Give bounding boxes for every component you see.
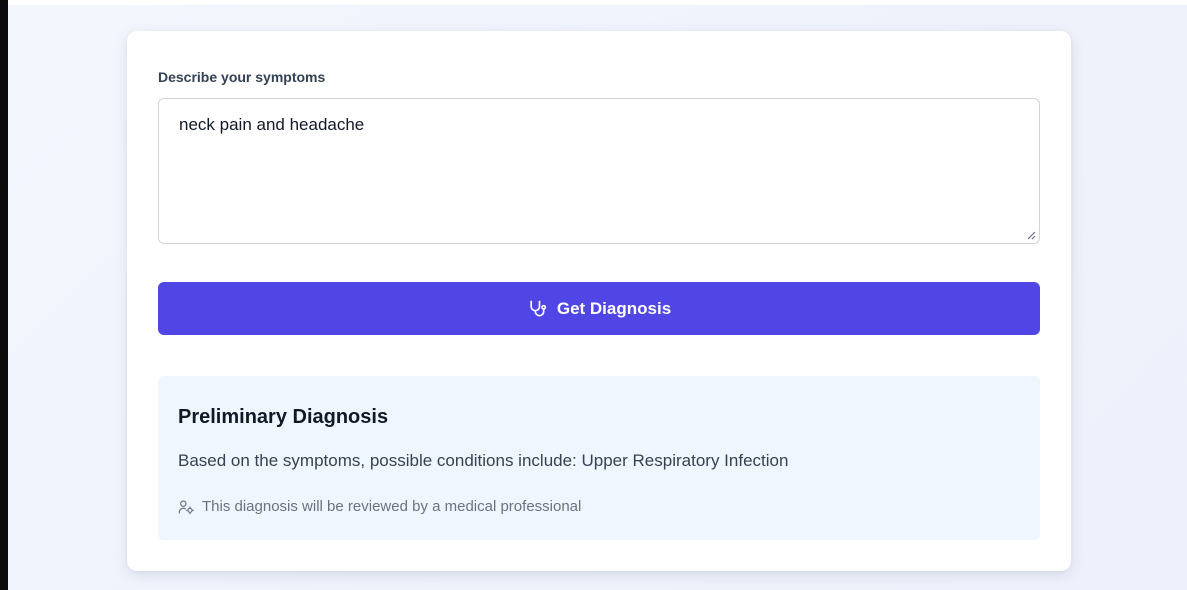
resize-handle-icon[interactable]	[1026, 230, 1036, 240]
window-edge	[0, 0, 8, 590]
get-diagnosis-label: Get Diagnosis	[556, 298, 672, 318]
symptoms-input[interactable]: neck pain and headache	[158, 98, 1040, 244]
diagnosis-card: Describe your symptoms neck pain and hea…	[127, 31, 1071, 571]
top-strip	[8, 0, 1187, 5]
stethoscope-icon	[530, 300, 547, 316]
review-note: This diagnosis will be reviewed by a med…	[178, 498, 581, 515]
symptoms-label: Describe your symptoms	[158, 69, 326, 85]
result-text: Based on the symptoms, possible conditio…	[178, 451, 789, 470]
result-title: Preliminary Diagnosis	[178, 406, 389, 428]
diagnosis-result: Preliminary Diagnosis Based on the sympt…	[158, 376, 1040, 540]
user-cog-icon	[178, 499, 194, 514]
review-note-text: This diagnosis will be reviewed by a med…	[202, 498, 582, 515]
get-diagnosis-button[interactable]: Get Diagnosis	[158, 282, 1040, 335]
